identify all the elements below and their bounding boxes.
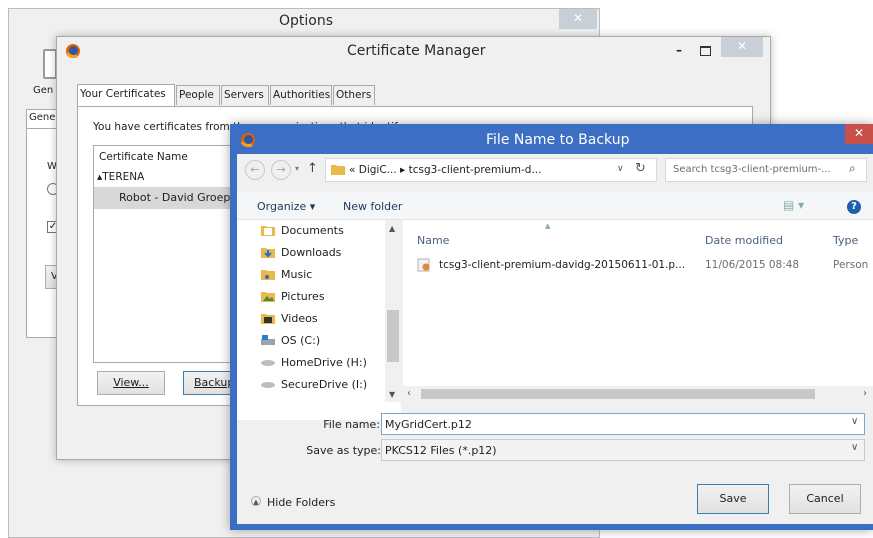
command-bar bbox=[237, 192, 873, 220]
options-close-button[interactable]: ✕ bbox=[559, 9, 597, 29]
column-header-type[interactable]: Type bbox=[833, 234, 858, 247]
tab-your-certificates[interactable]: Your Certificates bbox=[77, 84, 175, 106]
forward-button[interactable]: → bbox=[271, 160, 291, 180]
certificate-file-icon bbox=[417, 258, 431, 272]
tree-group-terena[interactable]: ▴TERENA bbox=[97, 171, 144, 183]
nav-item-securedrive[interactable]: SecureDrive (I:) bbox=[261, 374, 367, 396]
hscroll-thumb[interactable] bbox=[421, 389, 815, 399]
certificate-manager-close-button[interactable]: ✕ bbox=[721, 37, 763, 57]
nav-scroll-thumb[interactable] bbox=[387, 310, 399, 362]
file-dialog-title: File Name to Backup bbox=[486, 132, 630, 148]
file-name: tcsg3-client-premium-davidg-20150611-01.… bbox=[439, 259, 686, 271]
file-name-label: File name: bbox=[323, 418, 380, 431]
file-dialog-window: File Name to Backup ✕ ← → ▾ ↑ « DigiC...… bbox=[230, 124, 873, 530]
column-header-certificate-name[interactable]: Certificate Name bbox=[99, 151, 188, 163]
file-list[interactable] bbox=[403, 220, 873, 402]
firefox-logo-icon bbox=[65, 43, 81, 59]
breadcrumb[interactable]: « DigiC... ▸ tcsg3-client-premium-d... bbox=[349, 164, 541, 176]
nav-items: Documents Downloads Music Pictures Video… bbox=[261, 220, 391, 400]
folder-icon bbox=[331, 163, 345, 175]
nav-item-homedrive[interactable]: HomeDrive (H:) bbox=[261, 352, 367, 374]
music-icon bbox=[261, 268, 275, 280]
save-type-dropdown-icon[interactable]: ∨ bbox=[851, 442, 858, 453]
options-title: Options bbox=[279, 13, 334, 29]
save-type-label: Save as type: bbox=[306, 444, 381, 457]
column-header-date[interactable]: Date modified bbox=[705, 234, 783, 247]
nav-scroll-down-icon[interactable]: ▼ bbox=[389, 390, 395, 399]
nav-item-music[interactable]: Music bbox=[261, 264, 312, 286]
search-icon[interactable]: ⌕ bbox=[849, 161, 856, 176]
pictures-icon bbox=[261, 290, 275, 302]
tab-people[interactable]: People bbox=[176, 85, 220, 105]
maximize-button[interactable] bbox=[693, 41, 717, 61]
nav-item-label: Pictures bbox=[281, 290, 325, 303]
nav-item-label: SecureDrive (I:) bbox=[281, 378, 368, 391]
nav-item-videos[interactable]: Videos bbox=[261, 308, 318, 330]
documents-icon bbox=[261, 224, 275, 236]
address-dropdown-icon[interactable]: ∨ bbox=[617, 164, 624, 174]
options-general-icon bbox=[43, 49, 57, 79]
recent-locations-chevron-icon[interactable]: ▾ bbox=[295, 164, 299, 173]
back-button[interactable]: ← bbox=[245, 160, 265, 180]
new-folder-button[interactable]: New folder bbox=[343, 200, 402, 213]
hscroll-left-icon[interactable]: ‹ bbox=[407, 388, 411, 399]
certificate-manager-title: Certificate Manager bbox=[347, 43, 486, 59]
file-name-dropdown-icon[interactable]: ∨ bbox=[851, 416, 858, 427]
options-tab-general[interactable]: Gen bbox=[33, 85, 53, 96]
tab-servers[interactable]: Servers bbox=[221, 85, 269, 105]
view-button-label: View... bbox=[113, 376, 149, 389]
nav-item-pictures[interactable]: Pictures bbox=[261, 286, 325, 308]
network-drive-icon bbox=[261, 356, 275, 368]
tab-others[interactable]: Others bbox=[333, 85, 375, 105]
network-drive-icon bbox=[261, 378, 275, 390]
save-button-label: Save bbox=[719, 492, 747, 505]
collapse-arrow-icon: ▲ bbox=[251, 496, 261, 506]
nav-item-documents[interactable]: Documents bbox=[261, 220, 344, 242]
up-arrow-icon[interactable]: ↑ bbox=[307, 161, 318, 176]
nav-scroll-up-icon[interactable]: ▲ bbox=[389, 224, 395, 233]
hide-folders-label[interactable]: Hide Folders bbox=[267, 496, 335, 509]
help-icon[interactable]: ? bbox=[847, 200, 861, 214]
save-type-value: PKCS12 Files (*.p12) bbox=[385, 444, 497, 457]
videos-icon bbox=[261, 312, 275, 324]
column-header-name[interactable]: Name bbox=[417, 234, 449, 247]
certificate-tabs: Your Certificates People Servers Authori… bbox=[77, 84, 377, 107]
tab-authorities[interactable]: Authorities bbox=[270, 85, 332, 105]
nav-item-label: Music bbox=[281, 268, 313, 281]
options-sub-tab-label: Gene bbox=[29, 112, 56, 123]
file-dialog-firefox-icon bbox=[240, 132, 256, 148]
cancel-button[interactable]: Cancel bbox=[789, 484, 861, 514]
file-date: 11/06/2015 08:48 bbox=[705, 259, 800, 271]
nav-item-label: HomeDrive (H:) bbox=[281, 356, 367, 369]
hscroll-right-icon[interactable]: › bbox=[863, 388, 867, 399]
file-name-value: MyGridCert.p12 bbox=[385, 418, 472, 431]
file-type: Person bbox=[833, 259, 869, 271]
sort-indicator-icon: ▲ bbox=[545, 222, 551, 230]
certificate-item-robot[interactable]: Robot - David Groep bbox=[119, 191, 230, 204]
refresh-icon[interactable]: ↻ bbox=[635, 161, 646, 176]
nav-item-label: OS (C:) bbox=[281, 334, 321, 347]
nav-item-label: Documents bbox=[281, 224, 344, 237]
drive-c-icon bbox=[261, 334, 275, 346]
nav-item-label: Downloads bbox=[281, 246, 342, 259]
view-options-icon[interactable]: ▤ ▾ bbox=[783, 198, 804, 212]
file-dialog-client: ← → ▾ ↑ « DigiC... ▸ tcsg3-client-premiu… bbox=[237, 154, 873, 524]
view-button[interactable]: View... bbox=[97, 371, 165, 395]
organize-button[interactable]: Organize ▾ bbox=[257, 200, 315, 213]
save-button[interactable]: Save bbox=[697, 484, 769, 514]
nav-item-os-c[interactable]: OS (C:) bbox=[261, 330, 320, 352]
minimize-button[interactable]: – bbox=[667, 41, 691, 61]
downloads-icon bbox=[261, 246, 275, 258]
nav-item-label: Videos bbox=[281, 312, 318, 325]
file-dialog-close-button[interactable]: ✕ bbox=[845, 124, 873, 144]
search-placeholder: Search tcsg3-client-premium-... bbox=[673, 164, 831, 175]
nav-item-downloads[interactable]: Downloads bbox=[261, 242, 341, 264]
file-row[interactable]: tcsg3-client-premium-davidg-20150611-01.… bbox=[417, 254, 873, 276]
cancel-button-label: Cancel bbox=[806, 492, 844, 505]
